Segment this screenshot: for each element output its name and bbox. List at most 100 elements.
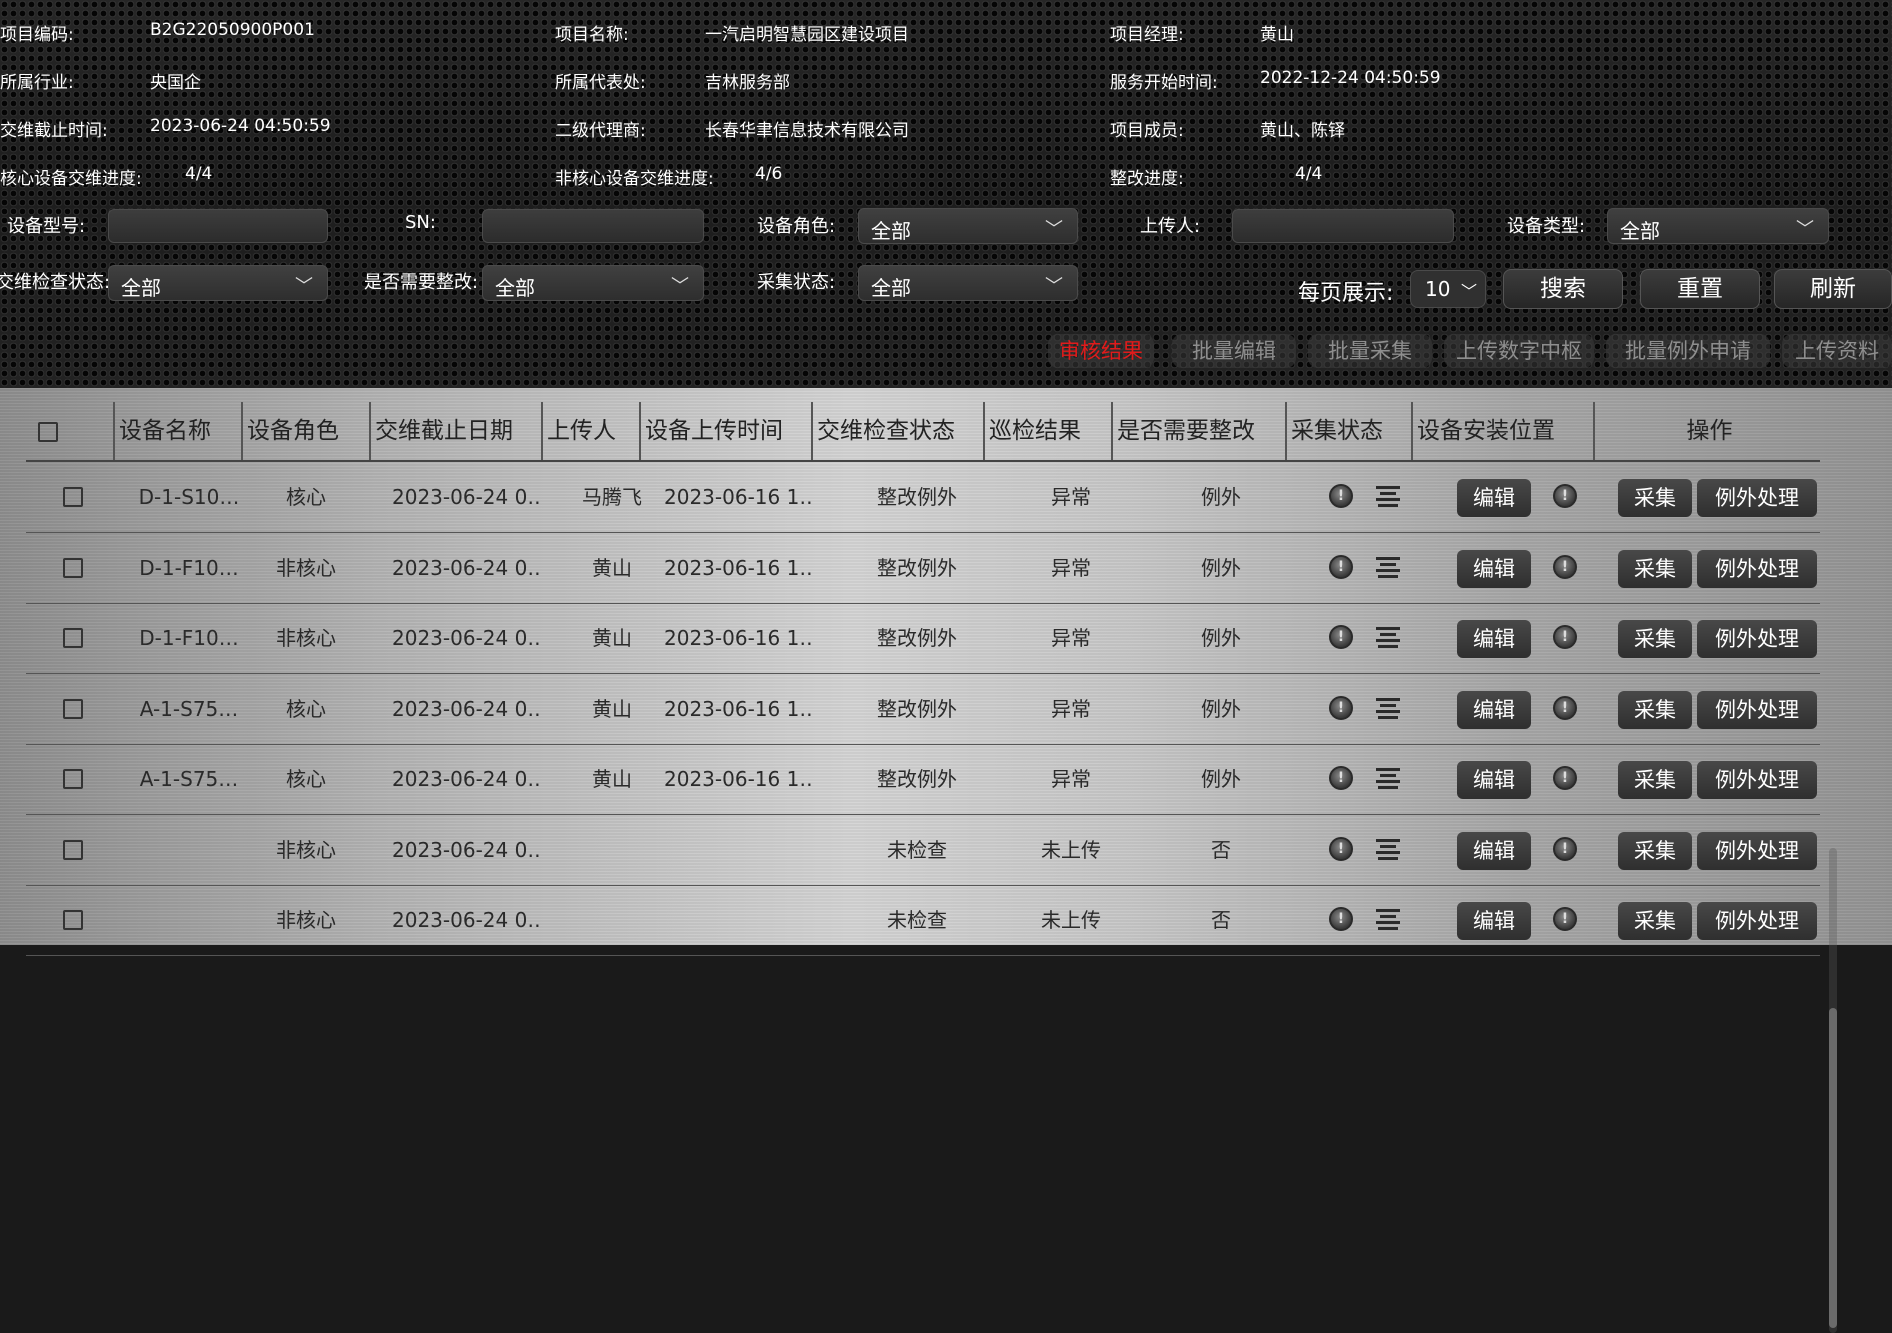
search-button[interactable]: 搜索 [1503,269,1623,309]
exception-handle-button[interactable]: 例外处理 [1697,761,1817,799]
cell-inspect-result: 异常 [1051,555,1091,580]
edit-button[interactable]: 编辑 [1457,902,1531,940]
audit-result-button[interactable]: 审核结果 [1048,334,1154,368]
list-icon[interactable] [1376,838,1400,861]
table-scrollbar[interactable] [1829,848,1837,1333]
scrollbar-thumb[interactable] [1829,1008,1837,1328]
info-icon[interactable]: ! [1553,766,1577,790]
model-filter-input[interactable] [108,209,328,243]
cell-uploader [566,815,658,885]
collect-button[interactable]: 采集 [1618,761,1692,799]
header-inspect-result[interactable]: 巡检结果 [983,402,1111,460]
cell-check-status: 整改例外 [877,696,957,721]
collect-button[interactable]: 采集 [1618,902,1692,940]
row-checkbox[interactable] [63,628,83,648]
header-upload-time[interactable]: 设备上传时间 [639,402,811,460]
collect-button[interactable]: 采集 [1618,831,1692,870]
header-need-rectify[interactable]: 是否需要整改 [1111,402,1285,460]
list-icon[interactable] [1376,768,1400,790]
list-icon[interactable] [1376,627,1400,649]
header-check-status[interactable]: 交维检查状态 [811,402,983,460]
edit-button[interactable]: 编辑 [1457,549,1531,588]
batch-edit-button[interactable]: 批量编辑 [1172,334,1296,368]
exception-handle-button[interactable]: 例外处理 [1697,690,1817,729]
type-filter-select[interactable]: 全部 ﹀ [1607,208,1829,244]
select-all-checkbox[interactable] [38,422,58,442]
batch-exception-apply-button[interactable]: 批量例外申请 [1606,334,1770,368]
info-icon[interactable]: ! [1553,907,1577,931]
cell-uploader: 黄山 [592,626,632,650]
cell-need-rectify: 例外 [1201,696,1241,721]
header-panel: 项目编码: B2G22050900P001 项目名称: 一汽启明智慧园区建设项目… [0,0,1892,388]
header-device-name[interactable]: 设备名称 [113,402,241,460]
row-checkbox[interactable] [63,698,83,719]
type-filter-label: 设备类型: [1507,216,1586,237]
exception-handle-button[interactable]: 例外处理 [1697,620,1817,658]
edit-button[interactable]: 编辑 [1457,620,1531,658]
edit-button[interactable]: 编辑 [1457,690,1531,729]
info-icon[interactable]: ! [1329,625,1353,649]
edit-button[interactable]: 编辑 [1457,831,1531,870]
cell-inspect-result: 异常 [1051,767,1091,791]
info-icon[interactable]: ! [1553,836,1577,861]
list-icon[interactable] [1376,909,1400,931]
info-icon[interactable]: ! [1329,484,1353,508]
collect-button[interactable]: 采集 [1618,479,1692,517]
info-icon[interactable]: ! [1329,836,1353,861]
need-rectify-filter-value: 全部 [495,276,535,300]
collect-status-filter-select[interactable]: 全部 ﹀ [858,265,1078,301]
header-uploader[interactable]: 上传人 [541,402,639,460]
chevron-down-icon: ﹀ [671,276,689,297]
list-icon[interactable] [1376,486,1400,508]
collect-button[interactable]: 采集 [1618,690,1692,729]
cell-deadline: 2023-06-24 0… [392,626,542,650]
info-icon[interactable]: ! [1553,625,1577,649]
info-icon[interactable]: ! [1329,695,1353,720]
project-name-label: 项目名称: [555,25,629,45]
header-device-role[interactable]: 设备角色 [241,402,369,460]
check-status-filter-select[interactable]: 全部 ﹀ [108,265,328,301]
list-icon[interactable] [1376,556,1400,579]
rectify-progress-value: 4/4 [1295,164,1323,184]
exception-handle-button[interactable]: 例外处理 [1697,831,1817,870]
row-checkbox[interactable] [63,769,83,789]
row-checkbox[interactable] [63,910,83,930]
sn-filter-input[interactable] [482,209,704,243]
exception-handle-button[interactable]: 例外处理 [1697,902,1817,940]
refresh-button[interactable]: 刷新 [1774,269,1892,309]
info-icon[interactable]: ! [1553,695,1577,720]
row-checkbox[interactable] [63,487,83,507]
info-icon[interactable]: ! [1553,484,1577,508]
role-filter-select[interactable]: 全部 ﹀ [858,208,1078,244]
cell-need-rectify: 例外 [1201,767,1241,791]
collect-button[interactable]: 采集 [1618,549,1692,588]
upload-material-button[interactable]: 上传资料 [1782,334,1892,368]
table-row: A-1-S75… 核心 2023-06-24 0… 黄山 2023-06-16 … [26,744,1820,815]
need-rectify-filter-select[interactable]: 全部 ﹀ [482,265,704,301]
info-icon[interactable]: ! [1329,766,1353,790]
collect-button[interactable]: 采集 [1618,620,1692,658]
cell-device-role: 非核心 [276,837,336,862]
info-icon[interactable]: ! [1553,554,1577,579]
info-icon[interactable]: ! [1329,554,1353,579]
industry-label: 所属行业: [0,73,74,93]
row-checkbox[interactable] [63,557,83,578]
info-icon[interactable]: ! [1329,907,1353,931]
row-checkbox[interactable] [63,839,83,860]
exception-handle-button[interactable]: 例外处理 [1697,549,1817,588]
edit-button[interactable]: 编辑 [1457,761,1531,799]
upload-digital-hub-button[interactable]: 上传数字中枢 [1444,334,1594,368]
per-page-select[interactable]: 10 ﹀ [1410,270,1486,308]
header-deadline[interactable]: 交维截止日期 [369,402,541,460]
header-collect-status[interactable]: 采集状态 [1285,402,1411,460]
table-row: A-1-S75… 核心 2023-06-24 0… 黄山 2023-06-16 … [26,674,1820,745]
exception-handle-button[interactable]: 例外处理 [1697,479,1817,517]
uploader-filter-input[interactable] [1232,209,1454,243]
batch-collect-button[interactable]: 批量采集 [1308,334,1432,368]
chevron-down-icon: ﹀ [1796,219,1814,240]
reset-button[interactable]: 重置 [1640,269,1760,309]
edit-button[interactable]: 编辑 [1457,479,1531,517]
header-install-location[interactable]: 设备安装位置 [1411,402,1593,460]
list-icon[interactable] [1376,697,1400,720]
project-name-value: 一汽启明智慧园区建设项目 [705,25,909,45]
